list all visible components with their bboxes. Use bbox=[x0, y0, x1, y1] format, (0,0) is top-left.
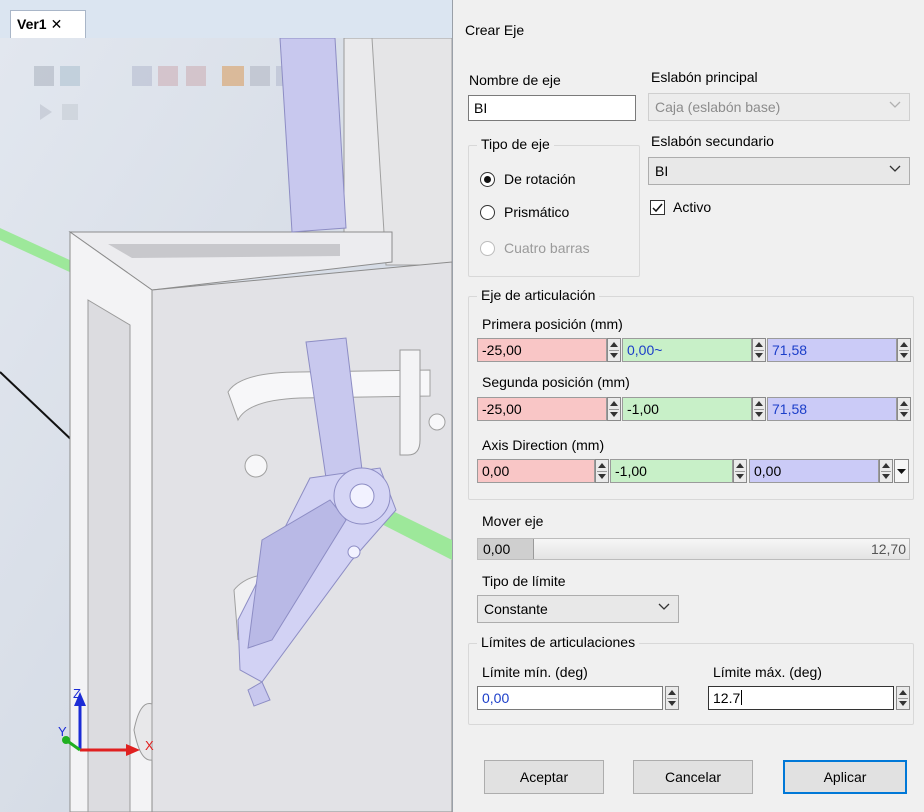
axis-name-label: Nombre de eje bbox=[469, 72, 561, 88]
chevron-down-icon bbox=[658, 603, 670, 610]
close-icon[interactable]: ✕ bbox=[51, 16, 63, 32]
parent-link-value: Caja (eslabón base) bbox=[655, 99, 781, 115]
limit-type-value: Constante bbox=[484, 601, 548, 617]
first-position-y-spinner[interactable] bbox=[752, 338, 766, 362]
axis-direction-label: Axis Direction (mm) bbox=[482, 437, 605, 453]
snap-icon bbox=[186, 66, 206, 86]
radio-rotation[interactable] bbox=[480, 172, 495, 187]
limit-type-label: Tipo de límite bbox=[482, 573, 566, 589]
first-position-z-spinner[interactable] bbox=[897, 338, 911, 362]
text-cursor bbox=[741, 690, 743, 705]
parent-link-label: Eslabón principal bbox=[651, 69, 758, 85]
stop-icon bbox=[62, 104, 78, 120]
checkmark-icon bbox=[652, 203, 663, 213]
max-limit-label: Límite máx. (deg) bbox=[713, 664, 822, 680]
axis-direction-y-spinner[interactable] bbox=[733, 459, 747, 483]
document-tab-strip: Ver1 ✕ bbox=[0, 0, 452, 39]
tab-label: Ver1 bbox=[17, 16, 47, 32]
radio-four-bar bbox=[480, 241, 495, 256]
select-icon bbox=[158, 66, 178, 86]
axis-direction-y[interactable]: -1,00 bbox=[610, 459, 733, 483]
child-link-value: BI bbox=[655, 163, 669, 179]
second-position-y[interactable]: -1,00 bbox=[622, 397, 752, 421]
radio-prismatic-label: Prismático bbox=[504, 204, 570, 220]
link-icon bbox=[222, 66, 244, 86]
max-limit-spinner[interactable] bbox=[896, 686, 910, 710]
tab-ver1[interactable]: Ver1 ✕ bbox=[10, 10, 86, 38]
max-limit-input[interactable]: 12.7 bbox=[708, 686, 894, 710]
first-position-z[interactable]: 71,58 bbox=[767, 338, 897, 362]
rotate-icon bbox=[132, 66, 152, 86]
radio-four-bar-label: Cuatro barras bbox=[504, 240, 590, 256]
active-label: Activo bbox=[673, 199, 712, 215]
radio-prismatic[interactable] bbox=[480, 205, 495, 220]
dialog-title: Crear Eje bbox=[465, 22, 525, 38]
accept-button[interactable]: Aceptar bbox=[484, 760, 604, 794]
cancel-button[interactable]: Cancelar bbox=[633, 760, 753, 794]
limit-type-combo[interactable]: Constante bbox=[477, 595, 679, 623]
second-position-label: Segunda posición (mm) bbox=[482, 374, 630, 390]
joint-limits-group: Límites de articulaciones bbox=[468, 634, 914, 725]
axis-direction-x[interactable]: 0,00 bbox=[477, 459, 595, 483]
3d-scene[interactable]: Z Y X bbox=[0, 38, 452, 812]
joint-limits-title: Límites de articulaciones bbox=[477, 634, 640, 650]
chevron-down-icon bbox=[889, 101, 901, 108]
create-axis-dialog: Crear Eje Nombre de eje BI Eslabón princ… bbox=[452, 0, 924, 812]
caret-down-icon bbox=[897, 469, 906, 474]
axis-direction-x-spinner[interactable] bbox=[595, 459, 609, 483]
axis-direction-z-spinner[interactable] bbox=[879, 459, 893, 483]
3d-viewport[interactable]: Ver1 ✕ Z Y X bbox=[0, 0, 452, 812]
y-axis-label: Y bbox=[58, 724, 67, 739]
min-limit-spinner[interactable] bbox=[665, 686, 679, 710]
first-position-x[interactable]: -25,00 bbox=[477, 338, 607, 362]
first-position-y[interactable]: 0,00~ bbox=[622, 338, 752, 362]
child-link-label: Eslabón secundario bbox=[651, 133, 774, 149]
z-axis-label: Z bbox=[73, 686, 81, 701]
view-cube-icon bbox=[34, 66, 54, 86]
parent-link-combo: Caja (eslabón base) bbox=[648, 93, 910, 121]
axis-name-input[interactable]: BI bbox=[468, 95, 636, 121]
second-position-z[interactable]: 71,58 bbox=[767, 397, 897, 421]
axis-type-title: Tipo de eje bbox=[477, 136, 554, 152]
max-limit-value: 12.7 bbox=[713, 690, 741, 706]
measure-icon bbox=[250, 66, 270, 86]
first-position-label: Primera posición (mm) bbox=[482, 316, 623, 332]
apply-button[interactable]: Aplicar bbox=[783, 760, 907, 794]
joint-axis-title: Eje de articulación bbox=[477, 287, 600, 303]
active-checkbox[interactable] bbox=[650, 200, 665, 215]
zoom-fit-icon bbox=[60, 66, 80, 86]
move-axis-slider[interactable]: 0,00 12,70 bbox=[477, 538, 910, 560]
child-link-combo[interactable]: BI bbox=[648, 157, 910, 185]
second-position-y-spinner[interactable] bbox=[752, 397, 766, 421]
axis-direction-dropdown[interactable] bbox=[894, 459, 909, 483]
min-limit-input[interactable]: 0,00 bbox=[477, 686, 663, 710]
min-limit-label: Límite mín. (deg) bbox=[482, 664, 588, 680]
move-axis-value: 0,00 bbox=[478, 539, 534, 559]
move-axis-max: 12,70 bbox=[870, 541, 906, 557]
second-position-x-spinner[interactable] bbox=[607, 397, 621, 421]
axis-direction-z[interactable]: 0,00 bbox=[749, 459, 879, 483]
link-bar-upper bbox=[279, 38, 347, 233]
second-position-x[interactable]: -25,00 bbox=[477, 397, 607, 421]
radio-rotation-label: De rotación bbox=[504, 171, 576, 187]
chevron-down-icon bbox=[889, 165, 901, 172]
x-axis-label: X bbox=[145, 738, 154, 753]
second-position-z-spinner[interactable] bbox=[897, 397, 911, 421]
move-axis-label: Mover eje bbox=[482, 513, 544, 529]
first-position-x-spinner[interactable] bbox=[607, 338, 621, 362]
